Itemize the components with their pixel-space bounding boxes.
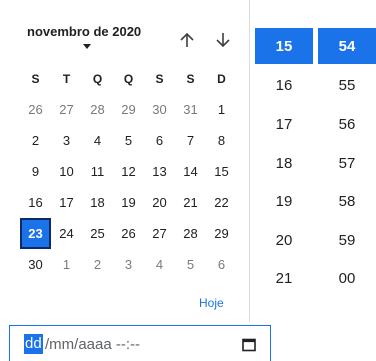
weekday-label: S — [186, 72, 195, 86]
calendar-day[interactable]: 6 — [206, 249, 237, 280]
calendar-day[interactable]: 12 — [113, 156, 144, 187]
calendar-day[interactable]: 19 — [113, 187, 144, 218]
minute-option[interactable]: 00 — [318, 260, 376, 299]
today-button[interactable]: Hoje — [199, 296, 224, 310]
calendar-day[interactable]: 14 — [175, 156, 206, 187]
calendar-panel: novembro de 2020 S T Q Q S S D 26 27 28 29 30 31 1 2 3 4… — [0, 0, 250, 322]
calendar-day[interactable]: 29 — [113, 94, 144, 125]
calendar-day[interactable]: 3 — [113, 249, 144, 280]
calendar-day[interactable]: 7 — [175, 125, 206, 156]
week-row: 2345678 — [20, 125, 237, 156]
minute-option[interactable]: 55 — [318, 67, 376, 106]
weekday-label: T — [62, 72, 71, 86]
week-row: 23 24 25 26 27 28 29 — [20, 218, 237, 249]
calendar-day[interactable]: 15 — [206, 156, 237, 187]
hour-option[interactable]: 21 — [255, 260, 313, 299]
calendar-day[interactable]: 2 — [20, 125, 51, 156]
calendar-day[interactable]: 18 — [82, 187, 113, 218]
calendar-day[interactable]: 24 — [51, 218, 82, 249]
calendar-day[interactable]: 26 — [113, 218, 144, 249]
calendar-day[interactable]: 3 — [51, 125, 82, 156]
calendar-day[interactable]: 20 — [144, 187, 175, 218]
calendar-day[interactable]: 28 — [175, 218, 206, 249]
calendar-day[interactable]: 4 — [144, 249, 175, 280]
hour-column[interactable]: 15 16 17 18 19 20 21 — [255, 28, 313, 298]
selected-minute[interactable]: 54 — [318, 28, 376, 64]
calendar-day[interactable]: 4 — [82, 125, 113, 156]
date-time-segments[interactable]: /mm/aaaa --:-- — [45, 336, 140, 353]
weekday-label: Q — [92, 72, 103, 86]
week-row: 26 27 28 29 30 31 1 — [20, 94, 237, 125]
time-panel: 15 16 17 18 19 20 21 54 55 56 57 58 59 00 — [250, 0, 376, 322]
weekday-label: S — [31, 72, 40, 86]
calendar-day[interactable]: 5 — [175, 249, 206, 280]
calendar-day[interactable]: 2 — [82, 249, 113, 280]
calendar-day[interactable]: 1 — [206, 94, 237, 125]
minute-option[interactable]: 58 — [318, 182, 376, 221]
selected-day[interactable]: 23 — [20, 218, 51, 249]
calendar-day[interactable]: 30 — [144, 94, 175, 125]
calendar-day[interactable]: 8 — [206, 125, 237, 156]
day-segment[interactable]: dd — [24, 334, 43, 354]
month-year-selector[interactable]: novembro de 2020 — [27, 24, 141, 39]
previous-month-button[interactable] — [176, 28, 198, 52]
weekday-label: S — [155, 72, 164, 86]
hour-option[interactable]: 19 — [255, 182, 313, 221]
next-month-button[interactable] — [212, 28, 234, 52]
calendar-day[interactable]: 9 — [20, 156, 51, 187]
calendar-day[interactable]: 13 — [144, 156, 175, 187]
datetime-picker-popup: novembro de 2020 S T Q Q S S D 26 27 28 29 30 31 1 2 3 4… — [0, 0, 376, 322]
hour-option[interactable]: 16 — [255, 67, 313, 106]
arrow-down-icon — [216, 33, 230, 48]
calendar-icon[interactable] — [242, 338, 256, 352]
minute-column[interactable]: 54 55 56 57 58 59 00 — [318, 28, 376, 298]
selected-hour[interactable]: 15 — [255, 28, 313, 64]
calendar-day[interactable]: 28 — [82, 94, 113, 125]
calendar-day[interactable]: 31 — [175, 94, 206, 125]
minute-option[interactable]: 57 — [318, 144, 376, 183]
minute-option[interactable]: 59 — [318, 221, 376, 260]
weekday-header-row: STQQSSD — [20, 64, 237, 94]
calendar-day[interactable]: 5 — [113, 125, 144, 156]
calendar-day[interactable]: 27 — [51, 94, 82, 125]
datetime-input[interactable]: dd /mm/aaaa --:-- — [9, 325, 271, 361]
calendar-day[interactable]: 11 — [82, 156, 113, 187]
week-row: 16 17 18 19 20 21 22 — [20, 187, 237, 218]
calendar-grid: S T Q Q S S D 26 27 28 29 30 31 1 2 3 4 5 6 7 8 9 10 11 12 13 14 15… — [20, 64, 237, 280]
hour-option[interactable]: 20 — [255, 221, 313, 260]
hour-option[interactable]: 17 — [255, 105, 313, 144]
caret-down-icon[interactable] — [83, 44, 91, 49]
minute-option[interactable]: 56 — [318, 105, 376, 144]
calendar-day[interactable]: 10 — [51, 156, 82, 187]
calendar-day[interactable]: 30 — [20, 249, 51, 280]
calendar-day[interactable]: 26 — [20, 94, 51, 125]
arrow-up-icon — [180, 32, 194, 47]
calendar-day[interactable]: 1 — [51, 249, 82, 280]
week-row: 30 1 2 3 4 5 6 — [20, 249, 237, 280]
calendar-day[interactable]: 21 — [175, 187, 206, 218]
calendar-day[interactable]: 16 — [20, 187, 51, 218]
weekday-label: D — [217, 72, 226, 86]
week-row: 9 10 11 12 13 14 15 — [20, 156, 237, 187]
calendar-day[interactable]: 22 — [206, 187, 237, 218]
calendar-day[interactable]: 27 — [144, 218, 175, 249]
weekday-label: Q — [123, 72, 134, 86]
calendar-day[interactable]: 17 — [51, 187, 82, 218]
calendar-day[interactable]: 6 — [144, 125, 175, 156]
hour-option[interactable]: 18 — [255, 144, 313, 183]
calendar-day[interactable]: 29 — [206, 218, 237, 249]
calendar-day[interactable]: 25 — [82, 218, 113, 249]
